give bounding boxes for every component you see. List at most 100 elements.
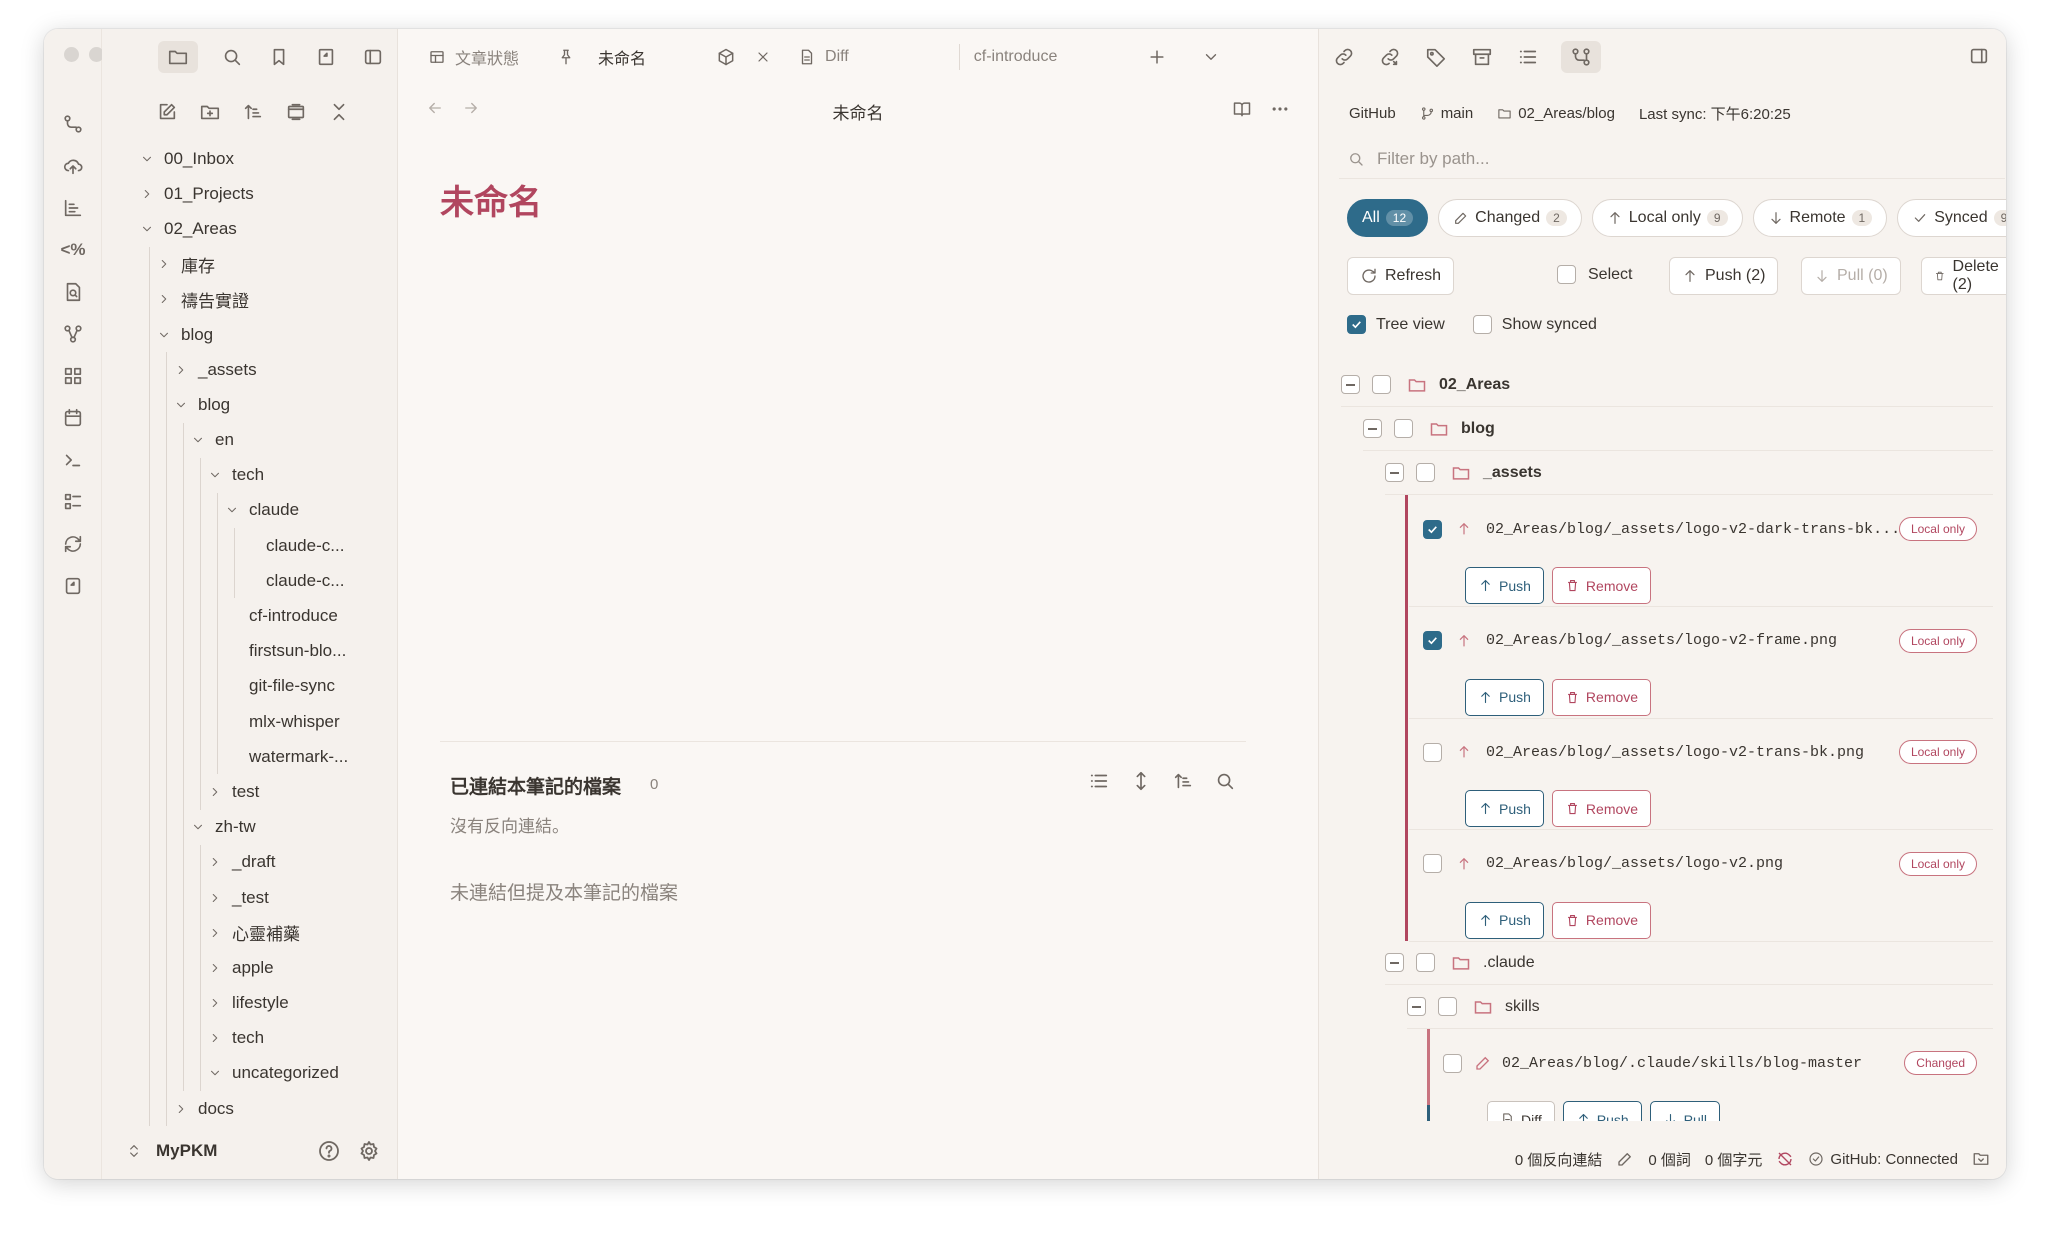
folder-checkbox[interactable] — [1372, 375, 1391, 394]
remove-button[interactable]: Remove — [1551, 567, 1652, 604]
tree-file-item[interactable]: git-file-sync — [102, 668, 397, 704]
push-button[interactable]: Push — [1465, 901, 1544, 939]
unlinked-mentions-title[interactable]: 未連結但提及本筆記的檔案 — [450, 878, 678, 905]
chip-all[interactable]: All 12 — [1347, 199, 1429, 237]
file-checkbox[interactable] — [1423, 631, 1442, 650]
sync-icon[interactable] — [60, 531, 86, 557]
folder-row-skills[interactable]: skills — [1407, 985, 1993, 1029]
tree-folder-item[interactable]: 心靈補藥 — [102, 915, 397, 951]
help-icon[interactable] — [317, 1139, 341, 1163]
chevron-down-icon[interactable] — [208, 1066, 222, 1080]
chevron-right-icon[interactable] — [208, 926, 222, 940]
tree-file-item[interactable]: firstsun-blo... — [102, 633, 397, 669]
chevron-right-icon[interactable] — [208, 961, 222, 975]
collapse-toggle[interactable] — [1363, 419, 1382, 438]
chevron-right-icon[interactable] — [208, 785, 222, 799]
close-tab-icon[interactable] — [755, 49, 780, 65]
grid-icon[interactable] — [60, 363, 86, 389]
tree-folder-item[interactable]: 01_Projects — [102, 176, 397, 211]
tag-icon[interactable] — [1423, 44, 1449, 70]
sync-off-icon[interactable] — [1776, 1150, 1794, 1168]
tree-folder-item[interactable]: test — [102, 774, 397, 810]
backlink-count[interactable]: 0 個反向連結 — [1515, 1149, 1603, 1170]
chart-icon[interactable] — [60, 195, 86, 221]
tree-file-item[interactable]: watermark-... — [102, 739, 397, 775]
folder-checkbox[interactable] — [1438, 997, 1457, 1016]
tree-folder-item[interactable]: docs — [102, 1091, 397, 1127]
vault-switcher[interactable]: MyPKM — [102, 1123, 397, 1179]
chevron-right-icon[interactable] — [208, 855, 222, 869]
chevron-right-icon[interactable] — [208, 996, 222, 1010]
file-checkbox[interactable] — [1443, 1053, 1462, 1073]
tree-folder-item[interactable]: 禱告實證 — [102, 281, 397, 317]
search-icon[interactable] — [1214, 770, 1236, 792]
collapse-toggle[interactable] — [1341, 375, 1360, 394]
tree-folder-item[interactable]: 00_Inbox — [102, 141, 397, 176]
tab-diff[interactable]: Diff — [798, 48, 849, 66]
box-icon[interactable] — [716, 47, 745, 67]
push-button[interactable]: Push — [1465, 678, 1544, 716]
template-percent-icon[interactable]: <% — [60, 237, 86, 263]
inbox-icon[interactable] — [1972, 1150, 1990, 1168]
refresh-button[interactable]: Refresh — [1347, 257, 1455, 295]
tree-file-item[interactable]: claude-c... — [102, 528, 397, 564]
push-selected-button[interactable]: Push (2) — [1669, 257, 1779, 295]
reading-view-icon[interactable] — [1232, 99, 1252, 119]
folder-row-claude[interactable]: .claude — [1385, 941, 1993, 985]
chip-synced[interactable]: Synced 9 — [1897, 199, 2006, 237]
tree-folder-item[interactable]: zh-tw — [102, 809, 397, 845]
search-icon[interactable] — [219, 44, 245, 70]
file-checkbox[interactable] — [1423, 519, 1442, 539]
tree-folder-item[interactable]: uncategorized — [102, 1055, 397, 1092]
select-all[interactable]: Select — [1557, 265, 1632, 284]
tree-folder-item[interactable]: claude — [102, 492, 397, 529]
select-all-checkbox[interactable] — [1557, 265, 1576, 284]
collapse-toggle[interactable] — [1407, 997, 1426, 1016]
terminal-icon[interactable] — [60, 447, 86, 473]
remove-button[interactable]: Remove — [1551, 790, 1652, 827]
tree-folder-item[interactable]: _assets — [102, 352, 397, 388]
chevron-down-icon[interactable] — [140, 152, 154, 166]
note-title[interactable]: 未命名 — [440, 175, 542, 224]
push-button[interactable]: Push — [1465, 790, 1544, 827]
close-window-button[interactable] — [64, 47, 79, 62]
tab-untitled[interactable]: 未命名 — [598, 45, 646, 69]
auto-reveal-icon[interactable] — [283, 99, 309, 125]
git-panel-icon[interactable] — [1561, 41, 1601, 73]
show-synced-option[interactable]: Show synced — [1472, 315, 1597, 334]
diff-button[interactable]: Diff — [1487, 1101, 1555, 1121]
push-button[interactable]: Push — [1562, 1101, 1642, 1121]
list-icon[interactable] — [1088, 770, 1110, 792]
chevron-right-icon[interactable] — [157, 292, 171, 306]
show-synced-checkbox[interactable] — [1472, 315, 1492, 334]
tree-folder-item[interactable]: _draft — [102, 844, 397, 880]
chevron-right-icon[interactable] — [174, 1102, 188, 1116]
calendar-icon[interactable] — [60, 405, 86, 431]
tree-folder-item[interactable]: 庫存 — [102, 246, 397, 282]
edit-mode-pencil-icon[interactable] — [1616, 1150, 1634, 1168]
remove-button[interactable]: Remove — [1551, 901, 1652, 939]
expand-vertical-icon[interactable] — [1130, 770, 1152, 792]
new-tab-plus-icon[interactable] — [1147, 47, 1176, 67]
folder-icon[interactable] — [158, 41, 198, 73]
view-header-title[interactable]: 未命名 — [398, 99, 1318, 124]
bookmark-icon[interactable] — [266, 44, 292, 70]
graph-icon[interactable] — [60, 321, 86, 347]
pin-icon[interactable] — [557, 48, 584, 66]
chip-local-only[interactable]: Local only 9 — [1591, 199, 1743, 237]
chip-changed[interactable]: Changed 2 — [1438, 199, 1582, 237]
tab-cf-introduce[interactable]: cf-introduce — [974, 48, 1058, 66]
tree-folder-item[interactable]: apple — [102, 950, 397, 986]
outgoing-links-icon[interactable] — [1377, 44, 1403, 70]
chevron-right-icon[interactable] — [157, 257, 171, 271]
file-checkbox[interactable] — [1423, 854, 1442, 873]
folder-checkbox[interactable] — [1416, 953, 1435, 972]
list-checks-icon[interactable] — [60, 489, 86, 515]
tab-list-chevron-icon[interactable] — [1202, 48, 1229, 66]
tree-folder-item[interactable]: en — [102, 422, 397, 458]
chevron-down-icon[interactable] — [191, 433, 205, 447]
file-checkbox[interactable] — [1423, 742, 1442, 762]
pull-button[interactable]: Pull (0) — [1801, 257, 1901, 295]
chevron-right-icon[interactable] — [208, 1031, 222, 1045]
folder-checkbox[interactable] — [1394, 419, 1413, 438]
